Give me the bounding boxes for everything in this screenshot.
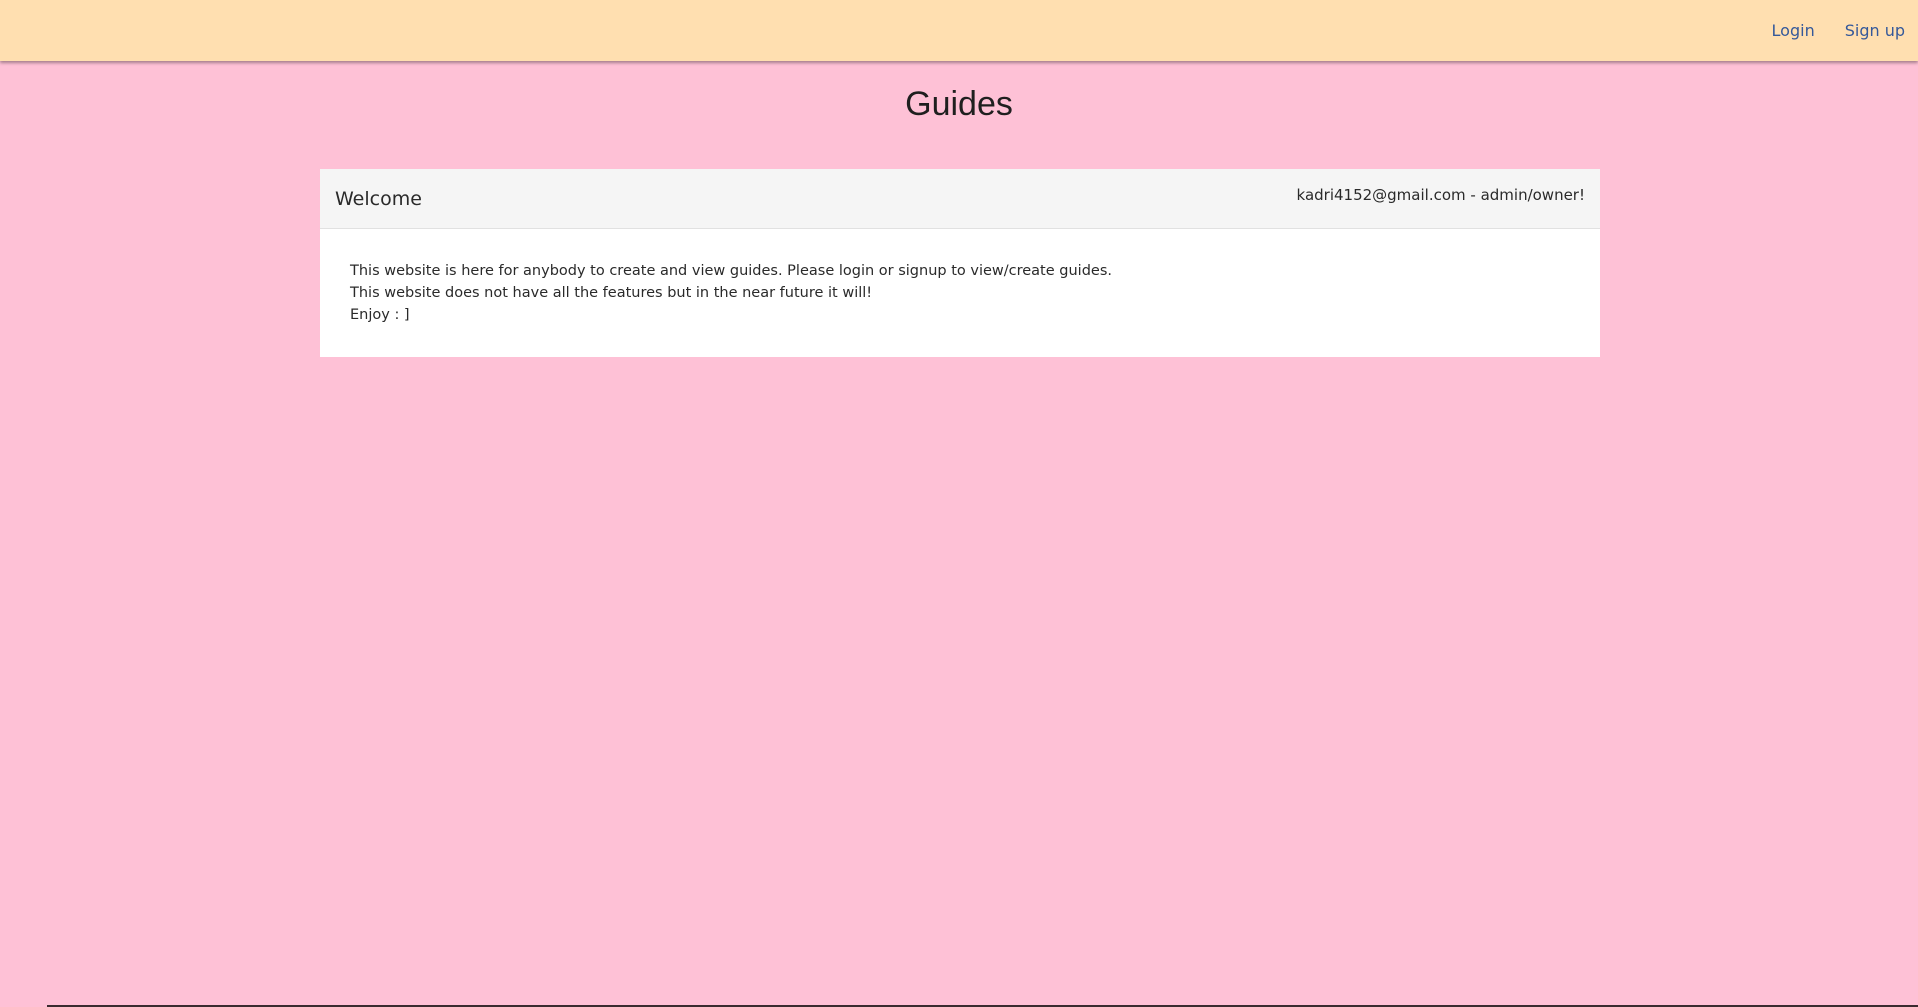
card-title: Welcome [335, 188, 422, 210]
user-info: kadri4152@gmail.com - admin/owner! [1296, 186, 1585, 204]
top-navbar: Login Sign up [0, 0, 1918, 61]
login-link[interactable]: Login [1772, 21, 1815, 40]
welcome-text-line: This website does not have all the featu… [350, 285, 873, 301]
welcome-card: Welcome kadri4152@gmail.com - admin/owne… [320, 169, 1600, 357]
card-header: Welcome kadri4152@gmail.com - admin/owne… [320, 169, 1600, 229]
welcome-text-line: Enjoy : ] [350, 307, 410, 323]
signup-link[interactable]: Sign up [1845, 21, 1905, 40]
welcome-text-line: This website is here for anybody to crea… [350, 263, 1112, 279]
page-title: Guides [905, 85, 1013, 123]
card-body: This website is here for anybody to crea… [320, 229, 1600, 357]
